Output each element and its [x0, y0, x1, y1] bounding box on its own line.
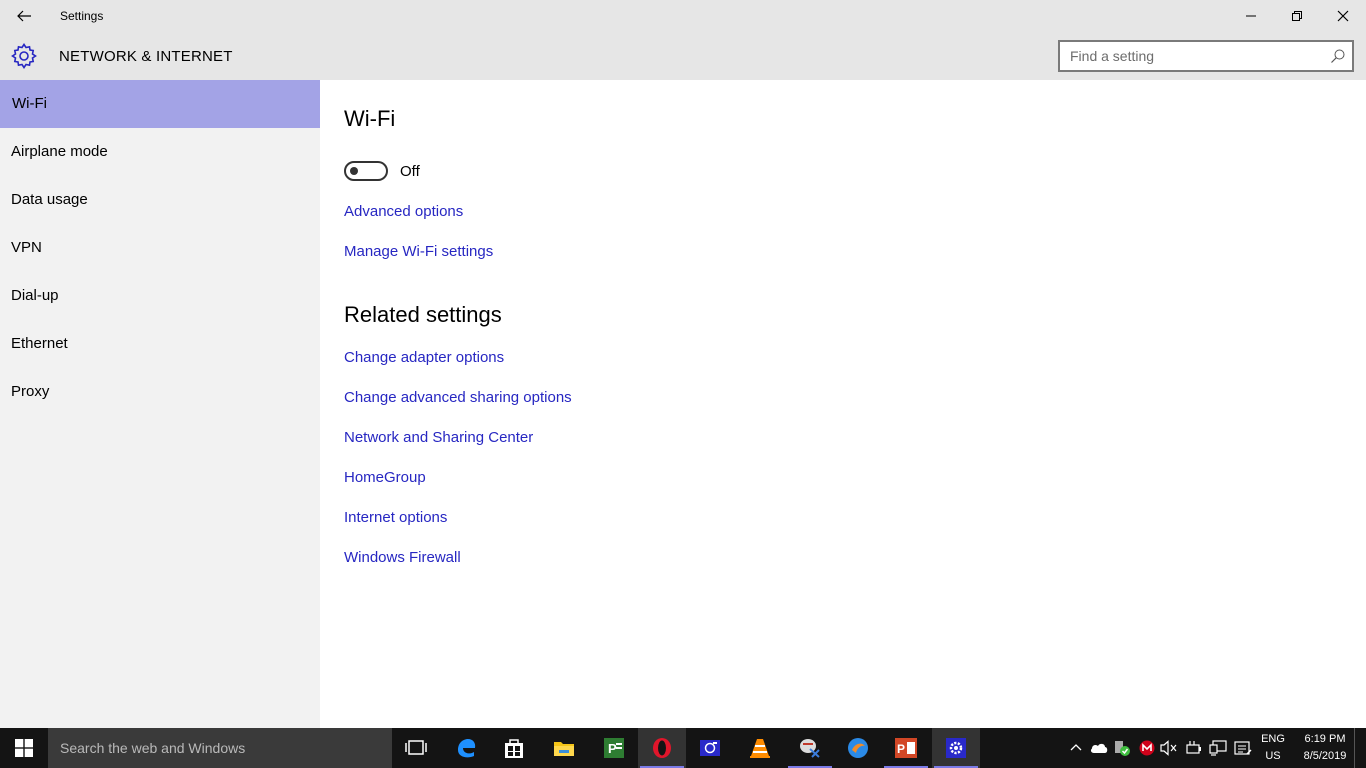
task-view-icon: [405, 740, 427, 755]
sidebar-item-dial-up[interactable]: Dial-up: [0, 272, 320, 320]
change-advanced-sharing-link[interactable]: Change advanced sharing options: [344, 389, 572, 406]
file-explorer-icon: [554, 742, 574, 756]
manage-wifi-settings-link[interactable]: Manage Wi-Fi settings: [344, 243, 493, 260]
chevron-up-icon: [1070, 744, 1082, 751]
browser-button[interactable]: [834, 728, 882, 768]
camera-app-icon: [700, 740, 720, 756]
opera-icon: [653, 738, 671, 758]
section-title: NETWORK & INTERNET: [59, 48, 233, 65]
m-badge-icon: [1139, 740, 1155, 756]
minimize-button[interactable]: [1228, 0, 1274, 32]
wifi-toggle-state: Off: [400, 163, 420, 180]
power-tray-button[interactable]: [1184, 738, 1204, 758]
antivirus-tray-button[interactable]: [1112, 738, 1132, 758]
edge-button[interactable]: [442, 728, 490, 768]
sidebar: Wi-Fi Airplane mode Data usage VPN Dial-…: [0, 80, 320, 728]
store-button[interactable]: [490, 728, 538, 768]
windows-logo-icon: [15, 739, 33, 757]
wifi-toggle[interactable]: [344, 161, 388, 181]
region-indicator[interactable]: US: [1258, 750, 1288, 762]
settings-icon: [946, 738, 966, 758]
sidebar-item-proxy[interactable]: Proxy: [0, 368, 320, 416]
toggle-knob: [350, 167, 358, 175]
back-button[interactable]: [8, 0, 40, 32]
file-explorer-button[interactable]: [540, 728, 588, 768]
back-arrow-icon: [17, 10, 31, 22]
store-icon: [505, 739, 523, 758]
search-icon[interactable]: [1330, 48, 1346, 64]
settings-button[interactable]: [932, 728, 980, 768]
taskbar: Search the web and Windows P P ENG US 6:…: [0, 728, 1366, 768]
media-player-button[interactable]: [786, 728, 834, 768]
svg-text:P: P: [608, 741, 617, 756]
onedrive-tray-button[interactable]: [1089, 738, 1109, 758]
title-bar: Settings: [0, 0, 1366, 32]
keyboard-pen-icon: [1234, 741, 1252, 755]
sidebar-item-wifi[interactable]: Wi-Fi: [0, 80, 320, 128]
svg-text:P: P: [897, 742, 905, 756]
start-button[interactable]: [0, 728, 48, 768]
sidebar-item-vpn[interactable]: VPN: [0, 224, 320, 272]
windows-firewall-link[interactable]: Windows Firewall: [344, 549, 461, 566]
internet-options-link[interactable]: Internet options: [344, 509, 447, 526]
sidebar-item-data-usage[interactable]: Data usage: [0, 176, 320, 224]
task-view-button[interactable]: [392, 728, 440, 768]
edge-icon: [458, 739, 476, 758]
show-hidden-icons-button[interactable]: [1066, 738, 1086, 758]
browser-icon: [848, 738, 868, 758]
powerpoint-icon: P: [895, 738, 917, 758]
close-button[interactable]: [1320, 0, 1366, 32]
camera-app-button[interactable]: [686, 728, 734, 768]
input-tray-button[interactable]: [1233, 738, 1253, 758]
gear-icon: [11, 43, 37, 69]
minimize-icon: [1246, 15, 1256, 17]
opera-button[interactable]: [638, 728, 686, 768]
close-icon: [1337, 10, 1349, 22]
vlc-button[interactable]: [736, 728, 784, 768]
restore-button[interactable]: [1274, 0, 1320, 32]
mcafee-tray-button[interactable]: [1137, 738, 1157, 758]
homegroup-link[interactable]: HomeGroup: [344, 469, 426, 486]
battery-plug-icon: [1186, 741, 1201, 754]
advanced-options-link[interactable]: Advanced options: [344, 203, 463, 220]
app-title: Settings: [60, 9, 104, 23]
settings-search[interactable]: [1058, 40, 1354, 72]
main-content: Wi-Fi Off Advanced options Manage Wi-Fi …: [320, 80, 1366, 728]
sidebar-item-ethernet[interactable]: Ethernet: [0, 320, 320, 368]
language-indicator[interactable]: ENG: [1258, 733, 1288, 745]
speaker-muted-icon: [1160, 740, 1177, 756]
media-player-icon: [800, 739, 820, 758]
page-title: Wi-Fi: [344, 106, 396, 131]
taskbar-search[interactable]: Search the web and Windows: [48, 728, 392, 768]
project-button[interactable]: P: [590, 728, 638, 768]
clock-time[interactable]: 6:19 PM: [1296, 733, 1354, 745]
sidebar-item-airplane-mode[interactable]: Airplane mode: [0, 128, 320, 176]
change-adapter-options-link[interactable]: Change adapter options: [344, 349, 504, 366]
project-icon: P: [604, 738, 624, 758]
network-sharing-center-link[interactable]: Network and Sharing Center: [344, 429, 533, 446]
network-tray-button[interactable]: [1208, 738, 1228, 758]
cloud-icon: [1090, 743, 1108, 753]
show-desktop-button[interactable]: [1354, 728, 1366, 768]
volume-tray-button[interactable]: [1159, 738, 1179, 758]
shield-check-icon: [1115, 741, 1130, 756]
ethernet-monitor-icon: [1209, 740, 1227, 756]
vlc-icon: [750, 739, 770, 758]
search-input[interactable]: [1060, 42, 1320, 70]
restore-icon: [1292, 11, 1302, 21]
powerpoint-button[interactable]: P: [882, 728, 930, 768]
settings-header: NETWORK & INTERNET: [0, 32, 1366, 80]
taskbar-search-placeholder: Search the web and Windows: [60, 740, 246, 756]
related-settings-heading: Related settings: [344, 302, 502, 327]
clock-date[interactable]: 8/5/2019: [1296, 750, 1354, 762]
